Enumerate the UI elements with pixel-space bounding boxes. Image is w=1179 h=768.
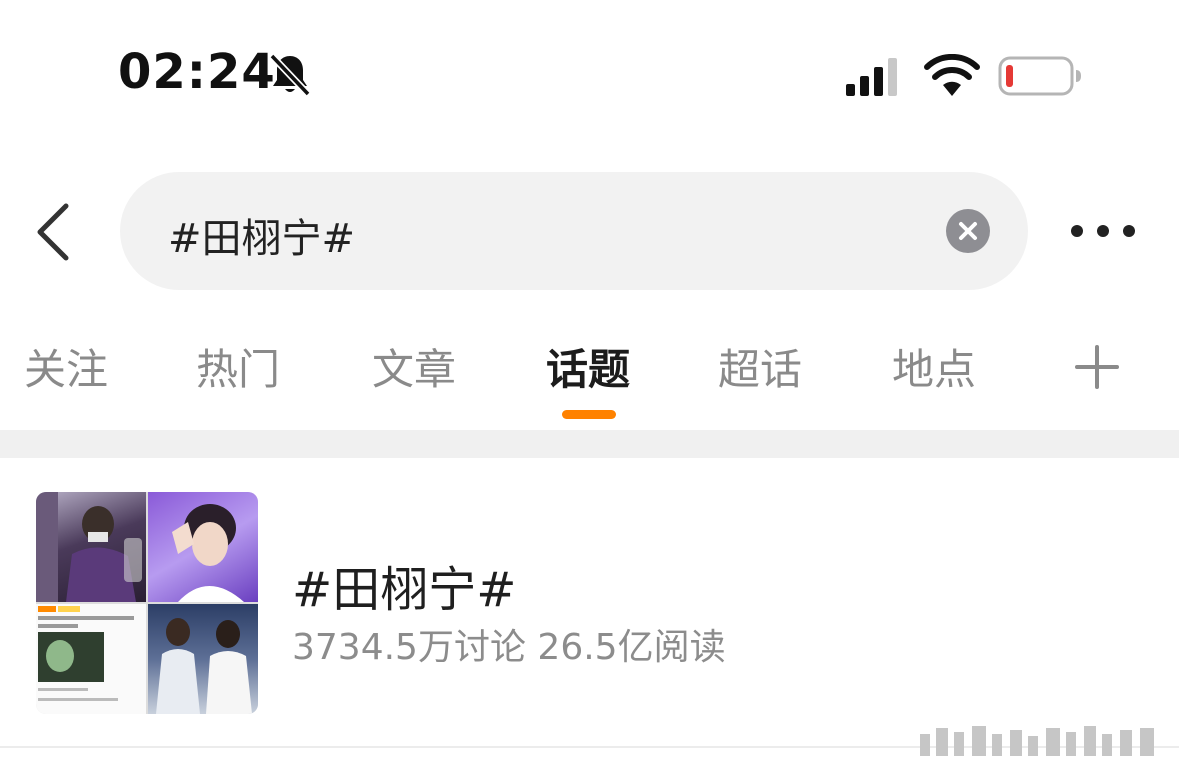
topic-title[interactable]: #田栩宁# [292,550,516,620]
section-divider [0,430,1179,458]
thumbnail-photo-1 [36,492,146,602]
tab-hot[interactable]: 热门 [196,336,280,397]
battery-low-icon [998,56,1081,96]
thumbnail-photo-4 [148,604,258,714]
cellular-signal-icon [846,58,897,96]
tab-places[interactable]: 地点 [892,336,976,397]
back-button[interactable] [30,200,78,264]
thumbnail-photo-3 [36,604,146,714]
plus-icon[interactable] [1074,344,1120,390]
wifi-icon [924,54,980,96]
tab-bar: 关注 热门 文章 话题 超话 地点 [0,336,1179,416]
tab-follow[interactable]: 关注 [24,336,108,397]
status-time: 02:24 [118,44,276,100]
topic-stats: 3734.5万讨论 26.5亿阅读 [292,627,726,668]
active-tab-indicator [562,410,616,419]
search-field[interactable]: #田栩宁# [120,172,1028,290]
more-dots-icon[interactable] [1066,218,1140,244]
thumbnail-photo-2 [148,492,258,602]
clear-search-button[interactable] [946,209,990,253]
tab-topics[interactable]: 话题 [546,336,630,397]
search-query-text[interactable]: #田栩宁# [168,206,355,264]
watermark-graphic [920,726,1154,756]
bell-slash-icon [269,53,311,97]
topic-result-item[interactable]: #田栩宁# 3734.5万讨论 26.5亿阅读 [0,458,1179,748]
tab-articles[interactable]: 文章 [372,336,456,397]
clear-circle-icon [959,222,977,240]
topic-thumbnail [36,492,258,714]
tab-super-topics[interactable]: 超话 [718,336,802,397]
